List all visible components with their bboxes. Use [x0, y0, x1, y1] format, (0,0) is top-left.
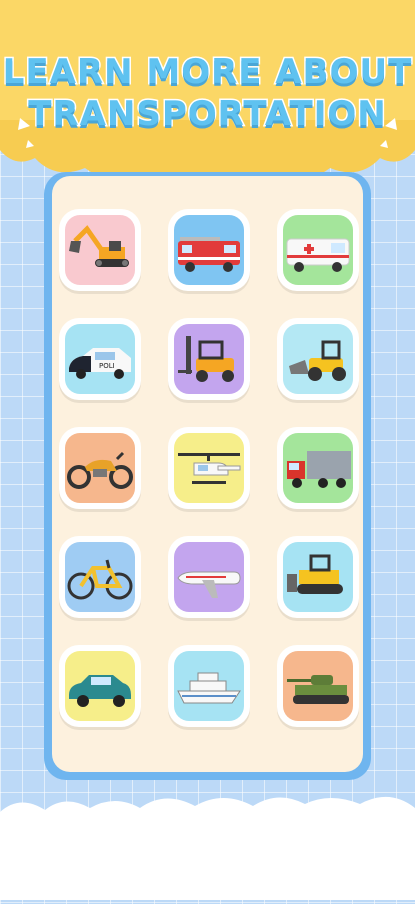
- excavator-icon: [65, 215, 135, 285]
- vehicle-card-excavator[interactable]: [59, 209, 141, 291]
- vehicle-card-fire-truck[interactable]: [168, 209, 250, 291]
- tank-icon: [283, 651, 353, 721]
- car-icon: [65, 651, 135, 721]
- ship-icon: [174, 651, 244, 721]
- vehicle-card-police-car[interactable]: POLI: [59, 318, 141, 400]
- vehicle-card-bulldozer[interactable]: [277, 318, 359, 400]
- forklift-icon: [174, 324, 244, 394]
- cargo-truck-icon: [283, 433, 353, 503]
- motorcycle-icon: [65, 433, 135, 503]
- vehicle-card-cargo-truck[interactable]: [277, 427, 359, 509]
- vehicle-card-helicopter[interactable]: [168, 427, 250, 509]
- bulldozer-icon: [283, 324, 353, 394]
- bicycle-icon: [65, 542, 135, 612]
- vehicle-card-car[interactable]: [59, 645, 141, 727]
- vehicle-card-airplane[interactable]: [168, 536, 250, 618]
- police-car-icon: POLI: [65, 324, 135, 394]
- vehicle-card-motorcycle[interactable]: [59, 427, 141, 509]
- vehicle-card-bicycle[interactable]: [59, 536, 141, 618]
- vehicle-card-tank[interactable]: [277, 645, 359, 727]
- title-line-2: TRANSPORTATION: [27, 93, 388, 136]
- crawler-dozer-icon: [283, 542, 353, 612]
- title-line-1: LEARN MORE ABOUT: [1, 51, 413, 94]
- vehicle-card-crawler-dozer[interactable]: [277, 536, 359, 618]
- police-label: POLI: [99, 362, 115, 370]
- airplane-icon: [174, 542, 244, 612]
- fire-truck-icon: [174, 215, 244, 285]
- helicopter-icon: [174, 433, 244, 503]
- vehicle-card-ship[interactable]: [168, 645, 250, 727]
- vehicle-card-ambulance[interactable]: [277, 209, 359, 291]
- vehicle-card-forklift[interactable]: [168, 318, 250, 400]
- ambulance-icon: [283, 215, 353, 285]
- bottom-cloud: [0, 790, 415, 900]
